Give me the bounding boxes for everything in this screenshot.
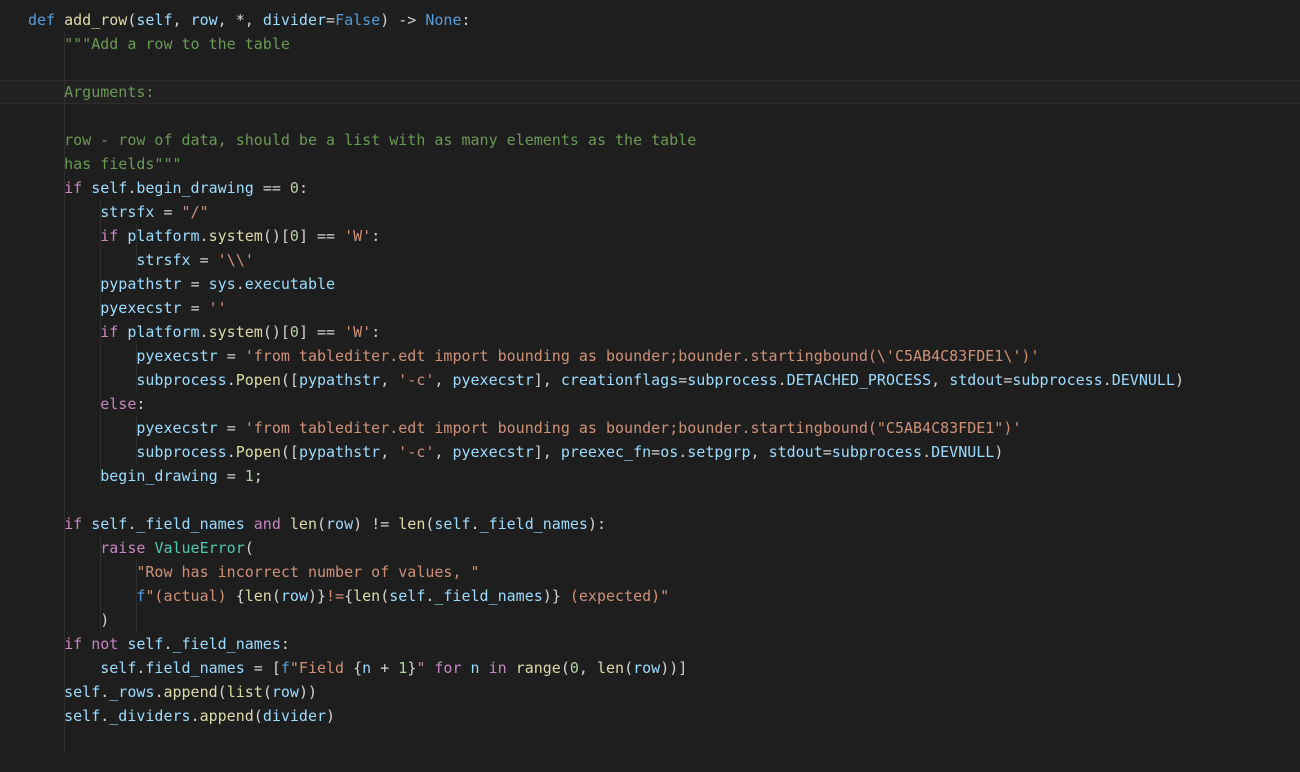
docstring-line: has fields""" [64, 155, 181, 173]
docstring-line: Arguments: [64, 83, 154, 101]
code-block[interactable]: def add_row(self, row, *, divider=False)… [28, 8, 1184, 728]
keyword-def: def [28, 11, 55, 29]
code-editor[interactable]: def add_row(self, row, *, divider=False)… [0, 0, 1300, 772]
docstring-line: """Add a row to the table [64, 35, 290, 53]
docstring-line: row - row of data, should be a list with… [64, 131, 696, 149]
function-name: add_row [64, 11, 127, 29]
